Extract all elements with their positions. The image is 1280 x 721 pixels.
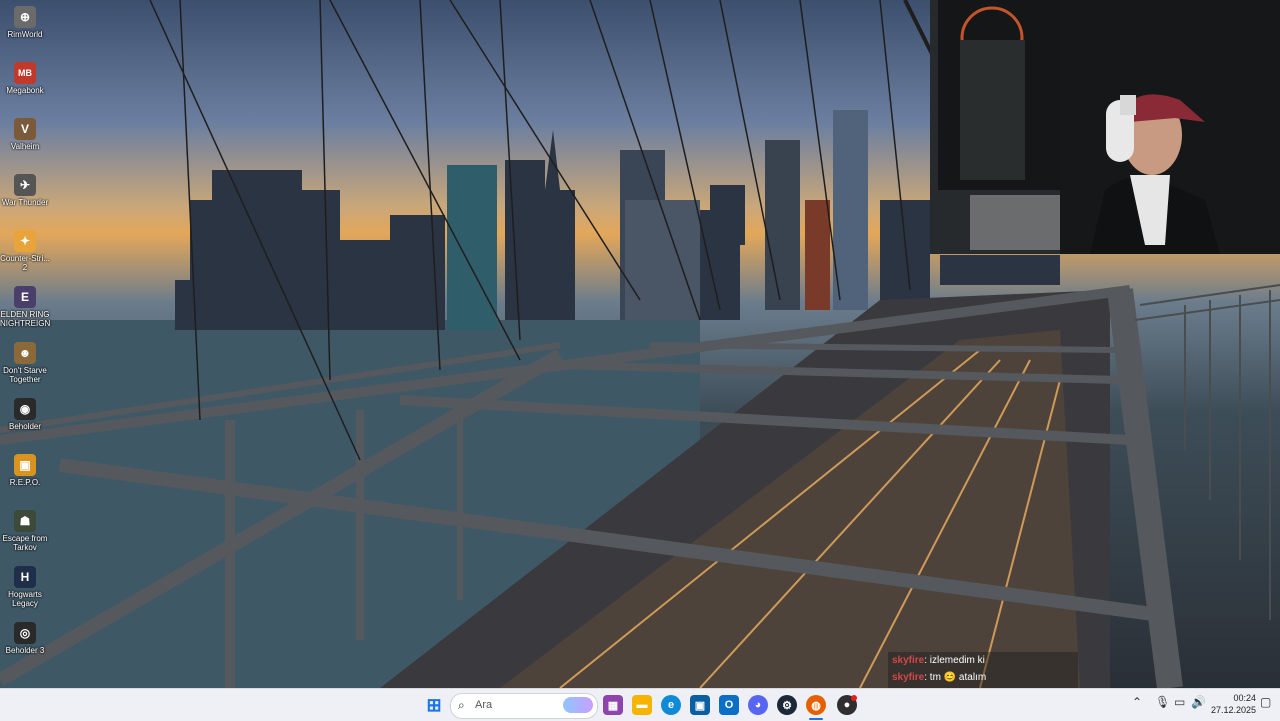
desktop-icon-beholder[interactable]: ◉ Beholder <box>0 394 50 431</box>
notifications-icon[interactable]: ▢ <box>1260 695 1271 709</box>
clock-date: 27.12.2025 <box>1210 705 1256 715</box>
microphone-icon[interactable]: 🎙 <box>1155 695 1170 709</box>
system-clock[interactable]: 00:24 27.12.2025 <box>1208 692 1256 716</box>
file-explorer-icon[interactable]: ▬ <box>632 695 652 715</box>
desktop-icon-label: Hogwarts Legacy <box>8 590 42 608</box>
desktop-icon-label: Counter-Stri... 2 <box>0 254 50 272</box>
desktop-icon-escape-from-tarkov[interactable]: ☗ Escape from Tarkov <box>0 506 50 552</box>
desktop-icon-valheim[interactable]: V Valheim <box>0 114 50 151</box>
stream-chat-overlay: skyfire: izlemedim ki skyfire: tm 😊 atal… <box>888 652 1078 688</box>
edge-browser-icon[interactable]: e <box>661 695 681 715</box>
desktop-icon-repo[interactable]: ▣ R.E.P.O. <box>0 450 50 487</box>
repo-icon: ▣ <box>14 454 36 476</box>
valheim-icon: V <box>14 118 36 140</box>
counter-strike-icon: ✦ <box>14 230 36 252</box>
desktop-icon-label: Escape from Tarkov <box>2 534 48 552</box>
desktop-icon-counter-strike[interactable]: ✦ Counter-Stri... 2 <box>0 226 50 272</box>
microsoft-store-icon[interactable]: ▣ <box>690 695 710 715</box>
desktop-icon-megabonk[interactable]: MB Megabonk <box>0 58 50 95</box>
desktop-icon-label: Beholder <box>8 422 42 431</box>
taskbar: ⊞ ⌕ Ara ▦ ▬ e ▣ O ◕ ⚙ ◍ ● ⌃ 🎙 ▭ 🔊 00:24 … <box>0 688 1280 721</box>
steam-icon[interactable]: ⚙ <box>777 695 797 715</box>
war-thunder-icon: ✈ <box>14 174 36 196</box>
hogwarts-icon: H <box>14 566 36 588</box>
discord-icon[interactable]: ◕ <box>748 695 768 715</box>
webcam-feed <box>930 0 1280 254</box>
volume-icon[interactable]: 🔊 <box>1191 695 1206 709</box>
chat-username: skyfire <box>892 672 925 683</box>
megabonk-icon: MB <box>14 62 36 84</box>
dont-starve-icon: ☻ <box>14 342 36 364</box>
recording-dot-icon <box>851 695 857 701</box>
rimworld-icon: ⊕ <box>14 6 36 28</box>
chat-text: : tm 😊 atalım <box>924 672 987 683</box>
beholder-icon: ◉ <box>14 398 36 420</box>
webcam-overlay <box>930 0 1280 254</box>
desktop-icon-hogwarts-legacy[interactable]: H Hogwarts Legacy <box>0 562 50 608</box>
desktop-icon-label: RimWorld <box>7 30 43 39</box>
chat-message: skyfire: tm 😊 atalım <box>888 669 1078 686</box>
desktop-icon-label: Valheim <box>10 142 40 151</box>
beholder-3-icon: ◎ <box>14 622 36 644</box>
show-hidden-icons-chevron-icon[interactable]: ⌃ <box>1132 695 1142 709</box>
chat-text: : izlemedim ki <box>924 655 985 666</box>
clock-time: 00:24 <box>1233 693 1256 703</box>
elden-ring-icon: E <box>14 286 36 308</box>
desktop-icon-dont-starve[interactable]: ☻ Don't Starve Together <box>0 338 50 384</box>
taskbar-search-box[interactable]: ⌕ Ara <box>450 693 598 719</box>
tarkov-icon: ☗ <box>14 510 36 532</box>
desktop-icon-label: Beholder 3 <box>5 646 45 655</box>
chat-message: skyfire: izlemedim ki <box>888 652 1078 669</box>
desktop-icon-rimworld[interactable]: ⊕ RimWorld <box>0 2 50 39</box>
chat-username: skyfire <box>892 655 925 666</box>
outlook-icon[interactable]: O <box>719 695 739 715</box>
desktop-icon-label: Megabonk <box>6 86 44 95</box>
start-menu-icon[interactable]: ⊞ <box>424 695 444 715</box>
search-icon: ⌕ <box>458 698 465 712</box>
desktop-icon-war-thunder[interactable]: ✈ War Thunder <box>0 170 50 207</box>
network-icon[interactable]: ▭ <box>1174 695 1185 709</box>
desktop-icon-beholder-3[interactable]: ◎ Beholder 3 <box>0 618 50 655</box>
desktop-icon-label: R.E.P.O. <box>9 478 41 487</box>
search-placeholder: Ara <box>475 699 493 711</box>
desktop-icon-label: Don't Starve Together <box>3 366 47 384</box>
widgets-icon[interactable]: ▦ <box>603 695 623 715</box>
search-highlight-icon <box>563 697 593 713</box>
desktop-icon-label: ELDEN RING NIGHTREIGN <box>0 310 51 328</box>
firefox-icon[interactable]: ◍ <box>806 695 826 715</box>
desktop-icon-elden-ring[interactable]: E ELDEN RING NIGHTREIGN <box>0 282 50 328</box>
desktop-icon-label: War Thunder <box>1 198 49 207</box>
